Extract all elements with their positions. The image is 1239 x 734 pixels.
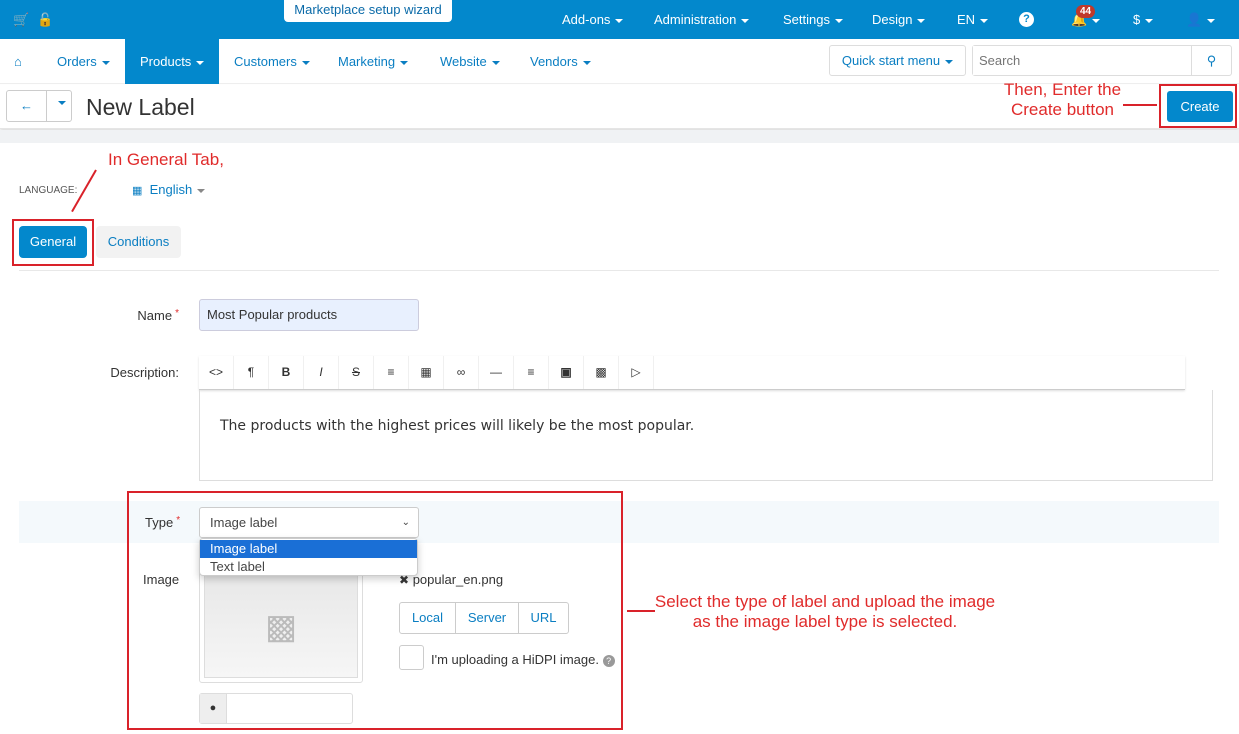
image-placeholder-icon: ▩	[204, 575, 358, 678]
alt-text-input[interactable]	[228, 694, 350, 723]
language-selector[interactable]: ▦ English	[132, 182, 206, 197]
divider	[19, 270, 1219, 271]
option-image-label[interactable]: Image label	[200, 540, 417, 558]
us-flag-icon: ▦	[132, 185, 143, 197]
help-icon[interactable]: ?	[1019, 12, 1034, 27]
uploaded-file: ✖ popular_en.png	[399, 572, 504, 587]
notification-count: 44	[1076, 5, 1096, 18]
type-label: Type *	[145, 515, 181, 530]
currency-menu[interactable]: $	[1133, 12, 1154, 27]
video-icon[interactable]: ▷	[619, 356, 654, 389]
strikethrough-icon[interactable]: S	[339, 356, 374, 389]
back-button-group: ←	[6, 90, 72, 122]
name-label: Name *	[137, 308, 179, 323]
search-icon[interactable]: ⚲	[1191, 46, 1231, 75]
annotation-general: In General Tab,	[108, 150, 224, 169]
hidpi-checkbox[interactable]	[399, 645, 424, 670]
nav-marketing[interactable]: Marketing	[338, 39, 409, 84]
search-box: ⚲	[972, 45, 1232, 76]
name-input[interactable]: Most Popular products	[199, 299, 419, 331]
nav-vendors[interactable]: Vendors	[530, 39, 591, 84]
cart-icon[interactable]: 🛒	[13, 12, 29, 28]
code-icon[interactable]: <>	[199, 356, 234, 389]
menu-language[interactable]: EN	[957, 12, 989, 27]
annotation-create: Then, Enter the Create button	[1003, 80, 1122, 119]
nav-products[interactable]: Products	[125, 39, 220, 84]
image-preview: ▩	[199, 570, 363, 683]
menu-administration[interactable]: Administration	[654, 12, 750, 27]
align-icon[interactable]: ≡	[514, 356, 549, 389]
user-icon[interactable]: 👤	[1186, 12, 1216, 28]
remove-file-icon[interactable]: ✖	[399, 573, 409, 587]
create-button[interactable]: Create	[1167, 91, 1233, 122]
source-buttons: Local Server URL	[399, 602, 569, 634]
menu-design[interactable]: Design	[872, 12, 926, 27]
help-icon[interactable]: ?	[602, 655, 615, 667]
paragraph-icon[interactable]: ¶	[234, 356, 269, 389]
image-icon[interactable]: ▩	[584, 356, 619, 389]
url-button[interactable]: URL	[519, 603, 568, 633]
nav-orders[interactable]: Orders	[57, 39, 110, 84]
divider	[0, 130, 1239, 143]
table-icon[interactable]: ▦	[409, 356, 444, 389]
image-label: Image	[143, 572, 180, 587]
tab-general[interactable]: General	[19, 226, 87, 258]
search-input[interactable]	[973, 46, 1193, 75]
type-select[interactable]: Image label ⌄	[199, 507, 419, 538]
horizontal-rule-icon[interactable]: —	[479, 356, 514, 389]
nav-website[interactable]: Website	[440, 39, 500, 84]
annotation-arrow	[1123, 104, 1157, 106]
menu-settings[interactable]: Settings	[783, 12, 843, 27]
top-bar: 🛒 🔓 Add-ons Administration Settings Desi…	[0, 0, 1239, 39]
alt-text-field: ●	[199, 693, 353, 724]
nav-customers[interactable]: Customers	[234, 39, 310, 84]
tab-conditions[interactable]: Conditions	[96, 226, 181, 258]
option-text-label[interactable]: Text label	[200, 558, 417, 576]
home-icon[interactable]: ⌂	[14, 39, 22, 84]
quick-start-menu[interactable]: Quick start menu	[829, 45, 966, 76]
link-icon[interactable]: ∞	[444, 356, 479, 389]
description-label: Description:	[110, 365, 179, 380]
italic-icon[interactable]: I	[304, 356, 339, 389]
annotation-type: Select the type of label and upload the …	[654, 592, 996, 631]
back-arrow-icon[interactable]: ←	[7, 91, 47, 121]
font-color-icon[interactable]: ▣	[549, 356, 584, 389]
comment-icon: ●	[200, 694, 227, 723]
list-icon[interactable]: ≡	[374, 356, 409, 389]
bold-icon[interactable]: B	[269, 356, 304, 389]
menu-addons[interactable]: Add-ons	[562, 12, 624, 27]
hidpi-label: I'm uploading a HiDPI image. ?	[431, 652, 615, 667]
type-dropdown: Image label Text label	[199, 538, 418, 576]
description-editor[interactable]: The products with the highest prices wil…	[199, 390, 1213, 481]
marketplace-wizard-button[interactable]: Marketplace setup wizard	[284, 0, 452, 22]
editor-toolbar: <> ¶ B I S ≡ ▦ ∞ — ≡ ▣ ▩ ▷	[199, 356, 1185, 390]
page-title: New Label	[86, 94, 195, 120]
local-button[interactable]: Local	[400, 603, 456, 633]
language-label: LANGUAGE:	[19, 185, 78, 196]
back-dropdown[interactable]	[53, 94, 66, 109]
server-button[interactable]: Server	[456, 603, 519, 633]
unlock-icon[interactable]: 🔓	[37, 12, 53, 28]
